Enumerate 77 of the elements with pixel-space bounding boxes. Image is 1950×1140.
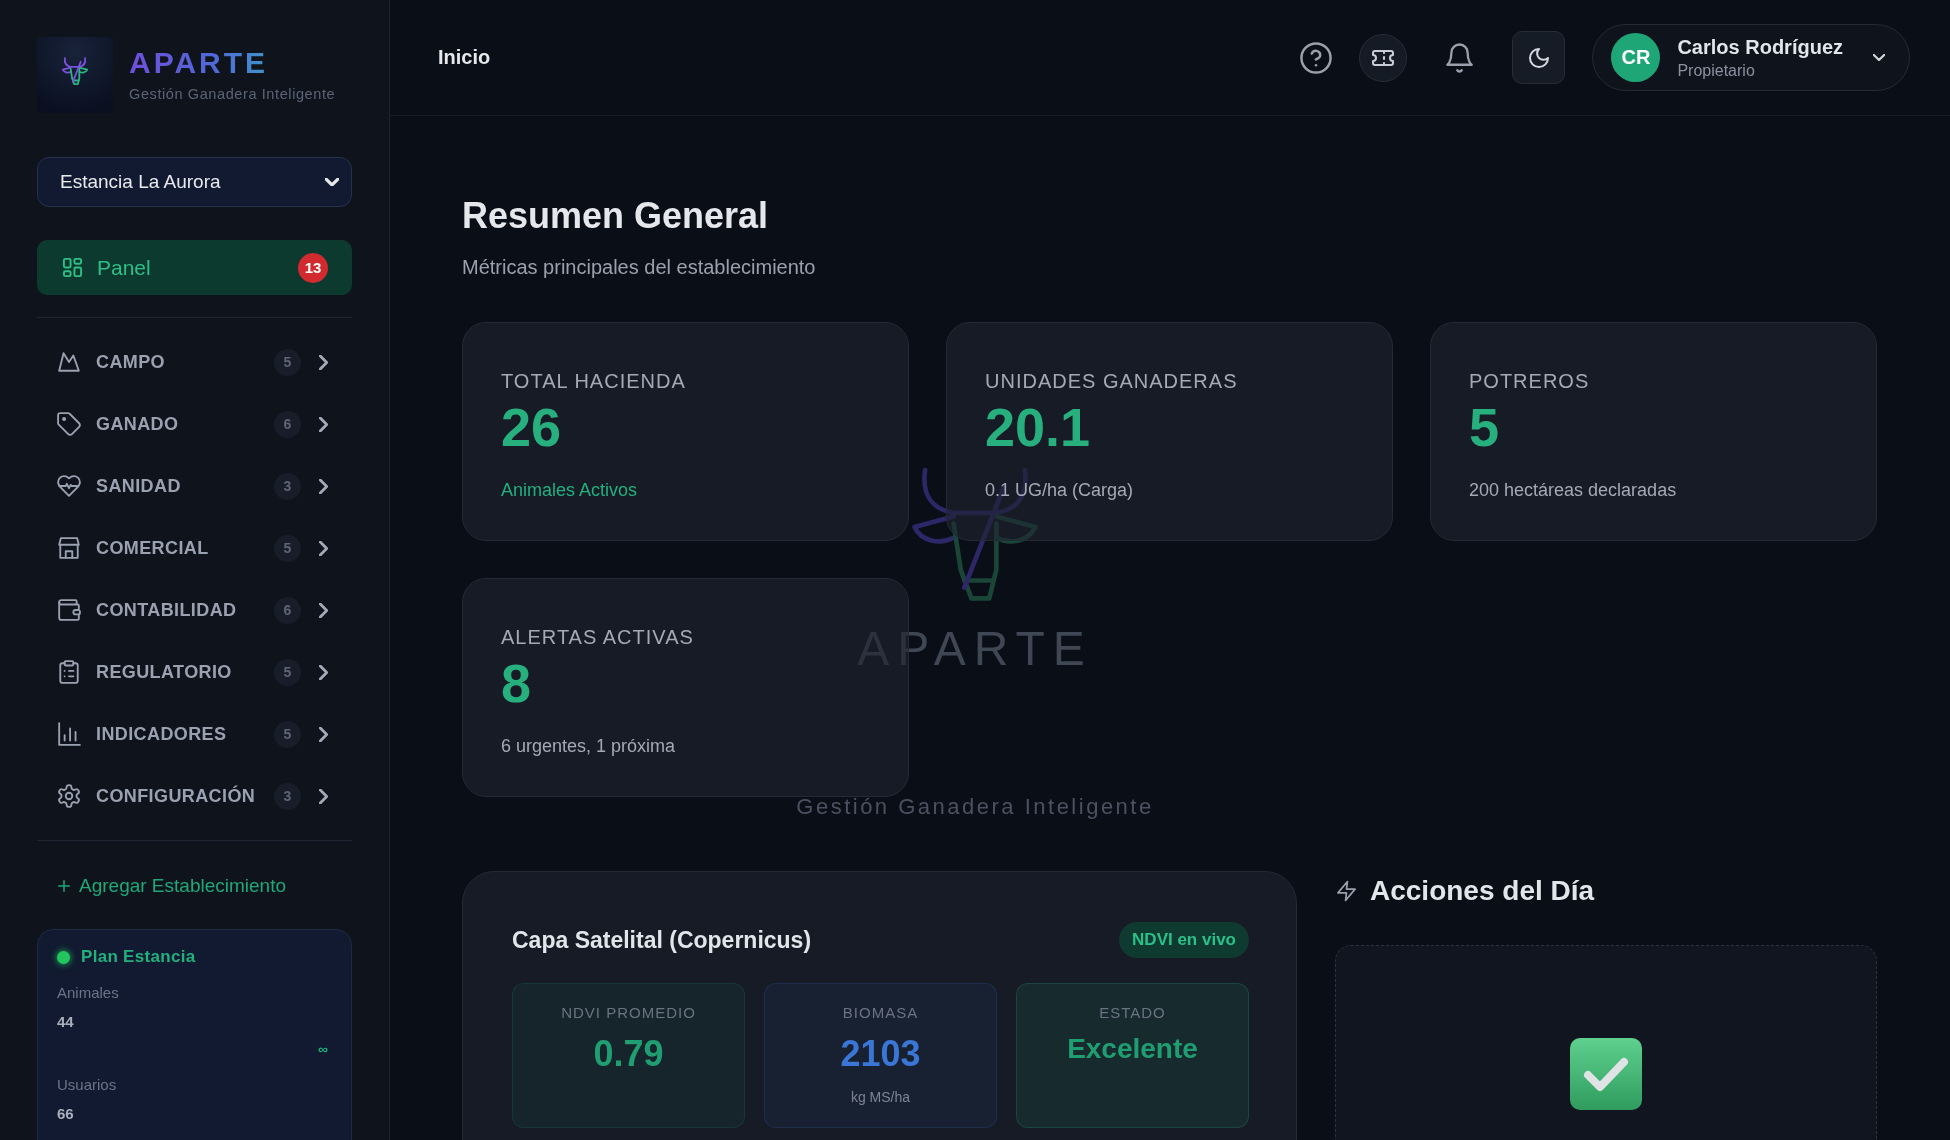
status-value: Excelente	[1067, 1032, 1198, 1066]
nav-item[interactable]: CONTABILIDAD 6	[37, 585, 352, 635]
nav-item[interactable]: Panel 13	[37, 240, 352, 295]
usage-value: 66	[57, 1104, 75, 1124]
settings-icon	[57, 784, 81, 808]
nav-item[interactable]: REGULATORIO 5	[37, 647, 352, 697]
notification-count: 13	[298, 252, 328, 283]
section-title: Acciones del Día	[1370, 875, 1595, 907]
item-count: 3	[274, 782, 301, 810]
stat-label: TOTAL HACIENDA	[501, 369, 687, 393]
nav-item[interactable]: INDICADORES 5	[37, 709, 352, 759]
stat-note: 0.1 UG/ha (Carga)	[985, 479, 1135, 501]
stat-value: 5	[1469, 397, 1501, 457]
nav-item[interactable]: CAMPO 5	[37, 337, 352, 387]
usage-label: Animales	[57, 983, 120, 1003]
stat-label: POTREROS	[1469, 369, 1591, 393]
plan-title: Plan Estancia	[81, 947, 196, 967]
store-icon	[57, 536, 81, 560]
bull-logo-icon	[37, 37, 113, 113]
check-icon	[1570, 1038, 1642, 1110]
usage-label: Usuarios	[57, 1075, 118, 1095]
clipboard-icon	[57, 660, 81, 684]
metric-value: 0.79	[593, 1032, 664, 1076]
mountain-icon	[57, 350, 81, 374]
ticket-icon	[1372, 49, 1395, 66]
stat-label: ALERTAS ACTIVAS	[501, 625, 695, 649]
metric-label: ESTADO	[1099, 1004, 1166, 1022]
user-role: Propietario	[1677, 60, 1755, 81]
bell-icon[interactable]	[1446, 42, 1474, 73]
usage-limit: ∞	[318, 1041, 328, 1057]
plus-icon	[58, 880, 70, 892]
item-count: 5	[274, 658, 301, 686]
tag-icon	[57, 412, 81, 436]
nav-item[interactable]: SANIDAD 3	[37, 461, 352, 511]
user-name: Carlos Rodríguez	[1677, 34, 1843, 59]
item-count: 5	[274, 348, 301, 376]
wallet-icon	[57, 598, 81, 622]
chevron-down-icon	[325, 178, 339, 186]
theme-toggle-button[interactable]	[1512, 31, 1566, 84]
bar-chart-icon	[57, 722, 81, 746]
metric-unit: kg MS/ha	[850, 1088, 911, 1106]
lightning-icon	[1337, 880, 1356, 902]
help-icon[interactable]	[1300, 41, 1333, 74]
card-title: Capa Satelital (Copernicus)	[512, 926, 812, 954]
add-establishment-link[interactable]: Agregar Establecimiento	[37, 874, 352, 898]
stat-note: Animales Activos	[501, 479, 639, 501]
stat-value: 20.1	[985, 397, 1092, 457]
establishment-select[interactable]: Estancia La Aurora	[37, 157, 352, 207]
stat-note: 200 hectáreas declaradas	[1469, 479, 1678, 501]
user-avatar: CR	[1611, 33, 1661, 82]
app-tagline: Gestión Ganadera Inteligente	[129, 85, 336, 104]
moon-icon	[1528, 47, 1549, 68]
page-title: Resumen General	[462, 194, 770, 238]
stat-label: UNIDADES GANADERAS	[985, 369, 1239, 393]
page-breadcrumb: Inicio	[438, 46, 491, 69]
watermark-tagline: Gestión Ganadera Inteligente	[796, 793, 1154, 821]
item-count: 3	[274, 472, 301, 500]
dashboard-icon	[62, 257, 83, 278]
nav-item[interactable]: GANADO 6	[37, 399, 352, 449]
user-menu-button[interactable]: CR Carlos Rodríguez Propietario	[1592, 24, 1910, 91]
heart-pulse-icon	[57, 474, 81, 498]
stat-value: 26	[501, 397, 563, 457]
stat-note: 6 urgentes, 1 próxima	[501, 735, 677, 757]
live-status-pill: NDVI en vivo	[1119, 922, 1249, 958]
stat-value: 8	[501, 653, 533, 713]
item-count: 6	[274, 596, 301, 624]
chevron-down-icon	[1873, 54, 1885, 61]
item-count: 5	[274, 534, 301, 562]
nav-item[interactable]: COMERCIAL 5	[37, 523, 352, 573]
metric-label: NDVI PROMEDIO	[561, 1004, 696, 1022]
metric-value: 2103	[840, 1032, 921, 1076]
item-count: 6	[274, 410, 301, 438]
metric-label: BIOMASA	[842, 1004, 919, 1022]
usage-value: 44	[57, 1012, 75, 1032]
page-subtitle: Métricas principales del establecimiento	[462, 255, 817, 280]
nav-item[interactable]: CONFIGURACIÓN 3	[37, 771, 352, 821]
item-count: 5	[274, 720, 301, 748]
